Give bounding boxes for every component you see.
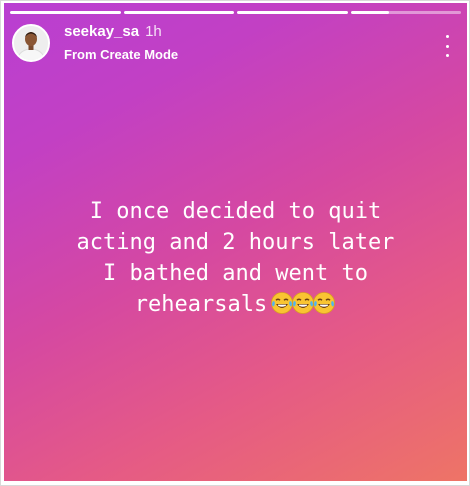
dot — [445, 54, 449, 57]
story-header: seekay_sa 1h From Create Mode — [12, 21, 457, 65]
progress-fill — [350, 11, 390, 14]
story-view[interactable]: seekay_sa 1h From Create Mode I once deci… — [4, 3, 467, 481]
caption-line-last: rehearsals — [14, 289, 457, 324]
caption-line: I once decided to quit — [89, 199, 382, 224]
caption-line: acting and 2 hours later — [76, 230, 395, 255]
progress-fill — [10, 11, 121, 14]
dot — [445, 44, 449, 48]
screenshot-frame: seekay_sa 1h From Create Mode I once deci… — [0, 0, 470, 486]
more-vertical-icon[interactable] — [441, 35, 453, 57]
avatar[interactable] — [12, 24, 50, 62]
progress-segment — [10, 11, 121, 14]
story-progress-bar — [10, 11, 461, 14]
progress-fill — [123, 11, 234, 14]
progress-segment — [237, 11, 348, 14]
emoji-group — [271, 291, 336, 324]
progress-segment — [350, 11, 461, 14]
username[interactable]: seekay_sa — [64, 23, 139, 40]
profile-avatar-icon — [14, 26, 48, 60]
story-caption: I once decided to quit acting and 2 hour… — [14, 196, 457, 324]
caption-line: I bathed and went to — [103, 261, 368, 286]
user-line: seekay_sa 1h — [64, 23, 162, 40]
progress-segment — [123, 11, 234, 14]
caption-line-text: rehearsals — [134, 292, 268, 317]
progress-fill — [237, 11, 348, 14]
post-time: 1h — [145, 23, 162, 40]
story-source-label: From Create Mode — [64, 47, 179, 62]
dot — [445, 35, 449, 38]
tears-of-joy-emoji-icon — [313, 292, 336, 314]
